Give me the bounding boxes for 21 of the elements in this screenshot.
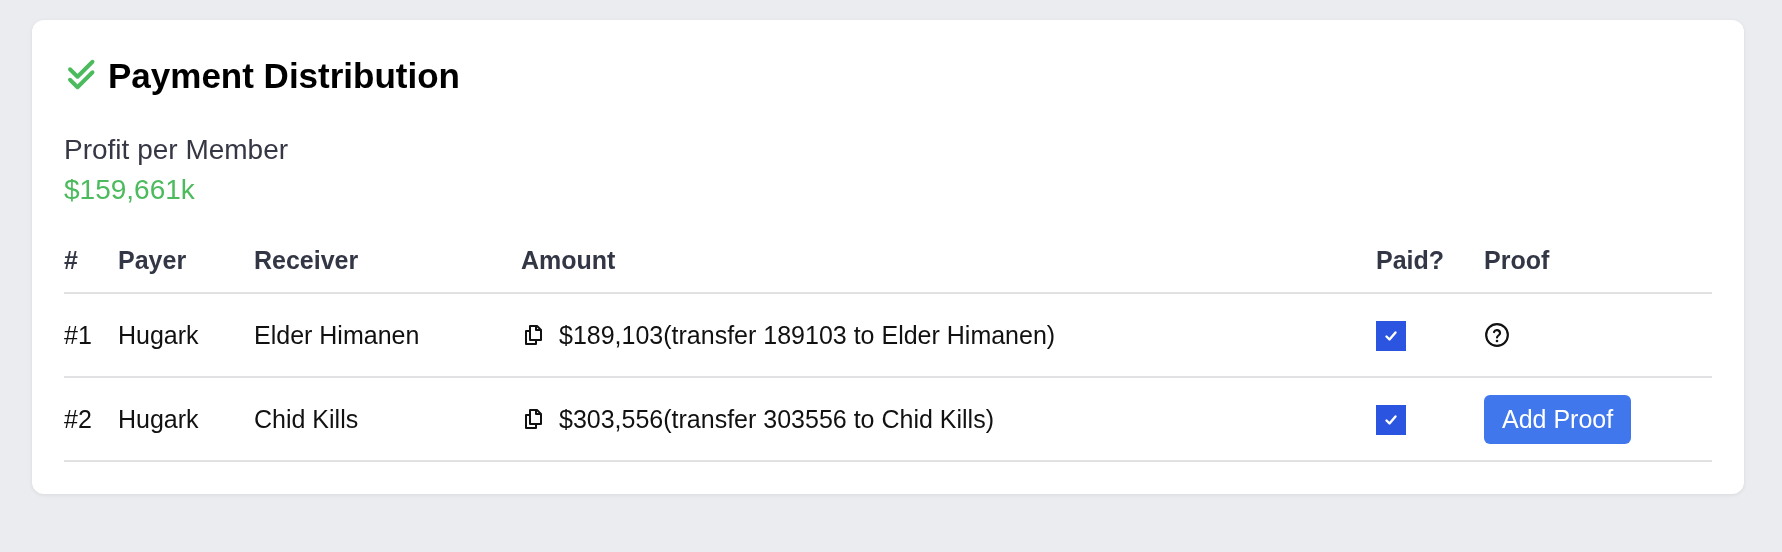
help-icon	[1484, 322, 1510, 348]
column-header: #	[64, 245, 78, 274]
column-header: Receiver	[254, 245, 359, 274]
card-title: Payment Distribution	[108, 56, 460, 96]
receiver-name: Elder Himanen	[254, 320, 420, 349]
column-header: Payer	[118, 245, 187, 274]
column-header: Paid?	[1376, 245, 1445, 274]
paid-checkbox[interactable]	[1376, 320, 1406, 351]
amount-text: $303,556(transfer 303556 to Chid Kills)	[559, 404, 994, 434]
add-proof-button[interactable]: Add Proof	[1484, 394, 1632, 444]
row-index: #1	[64, 320, 92, 349]
profit-label: Profit per Member	[64, 133, 290, 167]
receiver-name: Chid Kills	[254, 404, 359, 433]
profit-value: $159,661k	[64, 173, 196, 207]
row-index: #2	[64, 404, 92, 433]
column-header: Amount	[521, 245, 616, 274]
payer-name: Hugark	[118, 404, 199, 433]
amount-text: $189,103(transfer 189103 to Elder Himanen)	[559, 320, 1056, 350]
column-header: Proof	[1484, 245, 1550, 274]
paid-checkbox[interactable]	[1376, 404, 1406, 435]
payer-name: Hugark	[118, 320, 199, 349]
